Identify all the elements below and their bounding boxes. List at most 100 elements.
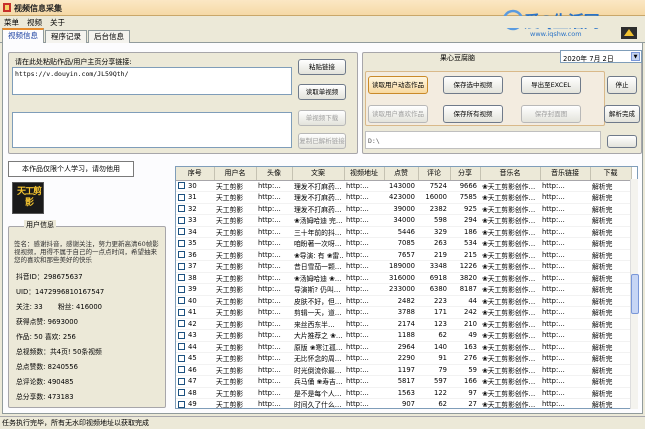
table-scrollbar[interactable] — [630, 179, 639, 409]
row-checkbox[interactable] — [178, 354, 185, 362]
row-checkbox[interactable] — [178, 297, 185, 305]
table-row[interactable]: 37 天工剪影 http:... 昔日雪茄一颗… http:... 189000 3348 1… — [176, 260, 631, 273]
cell-avatar: http:... — [256, 272, 292, 284]
table-row[interactable]: 39 天工剪影 http:... 导演斯? 仍叫… http:... 233000 6380… — [176, 283, 631, 296]
copy-parsed-links-button[interactable]: 复制已解析链接 — [298, 133, 346, 149]
column-header-likes[interactable]: 点赞 — [384, 167, 419, 181]
row-index: 37 — [188, 262, 197, 271]
cell-video-url: http:... — [344, 329, 384, 342]
table-row[interactable]: 47 天工剪影 http:... 兵马俑 ❀寿吉… http:... 5817 597 166… — [176, 375, 631, 388]
cell-avatar: http:... — [256, 306, 292, 319]
scrollbar-thumb[interactable] — [631, 274, 639, 314]
row-checkbox[interactable] — [178, 331, 185, 339]
row-checkbox[interactable] — [178, 216, 185, 224]
row-checkbox[interactable] — [178, 389, 185, 397]
row-checkbox[interactable] — [178, 182, 185, 190]
table-row[interactable]: 49 天工剪影 http:... 时间久了什么… http:... 907 62 27 ❀天工剪… — [176, 398, 631, 408]
table-row[interactable]: 34 天工剪影 http:... 三十年前的抖… http:... 5446 329 186 ❀… — [176, 226, 631, 238]
table-row[interactable]: 32 天工剪影 http:... 理发不打麻药… http:... 39000 2382 92… — [176, 203, 631, 215]
column-header-shares[interactable]: 分享 — [450, 167, 481, 181]
chevron-down-icon[interactable]: ▼ — [631, 52, 640, 61]
menu-item-about[interactable]: 关于 — [50, 17, 65, 28]
row-checkbox[interactable] — [178, 274, 185, 282]
cell-music-url: http:... — [540, 283, 590, 296]
cell-comments: 223 — [418, 295, 450, 307]
save-all-videos-button[interactable]: 保存所有视频 — [443, 105, 503, 123]
table-row[interactable]: 36 天工剪影 http:... ❀导演: 有 ❀雷… http:... 7657 219 2… — [176, 249, 631, 261]
menu-item-menu[interactable]: 菜单 — [4, 17, 19, 28]
read-user-likes-button[interactable]: 读取用户喜欢作品 — [368, 105, 428, 123]
cell-music-url: http:... — [540, 364, 590, 376]
cell-likes: 233000 — [384, 283, 418, 296]
table-row[interactable]: 44 天工剪影 http:... 原版 ❀寒江孤… http:... 2964 140 163… — [176, 341, 631, 353]
table-row[interactable]: 43 天工剪影 http:... 大片推荐之 ❀… http:... 1188 62 49 ❀天… — [176, 329, 631, 342]
cell-shares: 276 — [450, 352, 480, 365]
stop-button[interactable]: 停止 — [607, 76, 637, 94]
tab-video-info[interactable]: 视频信息 — [2, 28, 44, 43]
table-row[interactable]: 35 天工剪影 http:... 咱盼著一次呀… http:... 7085 263 534 ❀… — [176, 237, 631, 250]
column-header-comments[interactable]: 评论 — [418, 167, 451, 181]
row-index: 39 — [188, 285, 197, 294]
cell-shares: 9666 — [450, 180, 480, 192]
row-checkbox[interactable] — [178, 366, 185, 374]
cell-caption: 是不是每个人… — [292, 387, 344, 399]
row-checkbox[interactable] — [178, 308, 185, 316]
cell-caption: 大片推荐之 ❀… — [292, 329, 344, 342]
parse-complete-button[interactable]: 解析完成 — [604, 105, 640, 123]
row-checkbox[interactable] — [178, 251, 185, 259]
total-likes: 总点赞数: 8240556 — [16, 363, 78, 371]
row-checkbox[interactable] — [178, 193, 185, 201]
cell-username: 天工剪影 — [214, 306, 256, 319]
table-row[interactable]: 33 天工剪影 http:... ❀汤姆哈迪 完… http:... 34000 598 29… — [176, 214, 631, 227]
row-checkbox[interactable] — [178, 377, 185, 385]
tab-background-info[interactable]: 后台信息 — [88, 30, 130, 43]
cell-download: 解析完 — [590, 260, 631, 273]
table-row[interactable]: 40 天工剪影 http:... 皮肤不好，但… http:... 2482 223 44 ❀天… — [176, 295, 631, 307]
table-row[interactable]: 38 天工剪影 http:... ❀汤姆哈迪 ❀… http:... 316000 6918… — [176, 272, 631, 284]
row-checkbox[interactable] — [178, 205, 185, 213]
column-header-index[interactable]: 序号 — [176, 167, 215, 181]
table-row[interactable]: 48 天工剪影 http:... 是不是每个人… http:... 1563 122 97 ❀天… — [176, 387, 631, 399]
link-list-textarea[interactable] — [12, 112, 292, 148]
column-header-music-name[interactable]: 音乐名 — [480, 167, 541, 181]
table-row[interactable]: 45 天工剪影 http:... 无比怀念的周… http:... 2290 91 276 ❀天… — [176, 352, 631, 365]
read-user-works-button[interactable]: 读取用户动态作品 — [368, 76, 428, 94]
column-header-download[interactable]: 下载 — [590, 167, 632, 181]
row-checkbox[interactable] — [178, 320, 185, 328]
single-video-download-button[interactable]: 单视频下载 — [298, 110, 346, 126]
column-header-avatar[interactable]: 头像 — [256, 167, 293, 181]
column-header-username[interactable]: 用户名 — [214, 167, 257, 181]
date-picker[interactable]: 2020年 7月 2日 ▼ — [560, 50, 642, 63]
row-checkbox[interactable] — [178, 343, 185, 351]
save-selected-videos-button[interactable]: 保存选中视频 — [443, 76, 503, 94]
table-row[interactable]: 46 天工剪影 http:... 时光倒流你最… http:... 1197 79 59 ❀天工… — [176, 364, 631, 376]
row-checkbox[interactable] — [178, 228, 185, 236]
cell-caption: 昔日雪茄一颗… — [292, 260, 344, 273]
table-row[interactable]: 42 天工剪影 http:... 来丝西东半… http:... 2174 123 210 ❀天… — [176, 318, 631, 330]
cell-index: 44 — [176, 341, 214, 353]
table-row[interactable]: 30 天工剪影 http:... 理发不打麻药… http:... 143000 7524 9… — [176, 180, 631, 192]
column-header-caption[interactable]: 文案 — [292, 167, 345, 181]
menu-item-video[interactable]: 视频 — [27, 17, 42, 28]
row-checkbox[interactable] — [178, 285, 185, 293]
settings-icon[interactable] — [620, 26, 638, 40]
browse-path-button[interactable] — [607, 135, 637, 148]
column-header-video-url[interactable]: 视频地址 — [344, 167, 385, 181]
table-row[interactable]: 31 天工剪影 http:... 理发不打麻药… http:... 423000 16000… — [176, 191, 631, 204]
save-path-field[interactable]: D:\ — [365, 131, 601, 149]
cell-comments: 171 — [418, 306, 450, 319]
read-single-video-button[interactable]: 读取单视频 — [298, 84, 346, 100]
row-checkbox[interactable] — [178, 239, 185, 247]
row-checkbox[interactable] — [178, 262, 185, 270]
column-header-music-url[interactable]: 音乐链接 — [540, 167, 591, 181]
table-row[interactable]: 41 天工剪影 http:... 剪辑一天，道… http:... 3788 171 242 ❀… — [176, 306, 631, 319]
cell-likes: 2964 — [384, 341, 418, 353]
tab-program-log[interactable]: 程序记录 — [45, 30, 87, 43]
cell-username: 天工剪影 — [214, 237, 256, 250]
video-table[interactable]: 序号 用户名 头像 文案 视频地址 点赞 评论 分享 音乐名 音乐链接 下载 3… — [175, 166, 638, 409]
paste-link-button[interactable]: 粘贴链接 — [298, 59, 346, 75]
row-checkbox[interactable] — [178, 400, 185, 408]
save-cover-button[interactable]: 保存封面图 — [521, 105, 581, 123]
link-input[interactable]: https://v.douyin.com/JL59Qth/ — [12, 67, 292, 95]
export-excel-button[interactable]: 导出至EXCEL — [521, 76, 581, 94]
